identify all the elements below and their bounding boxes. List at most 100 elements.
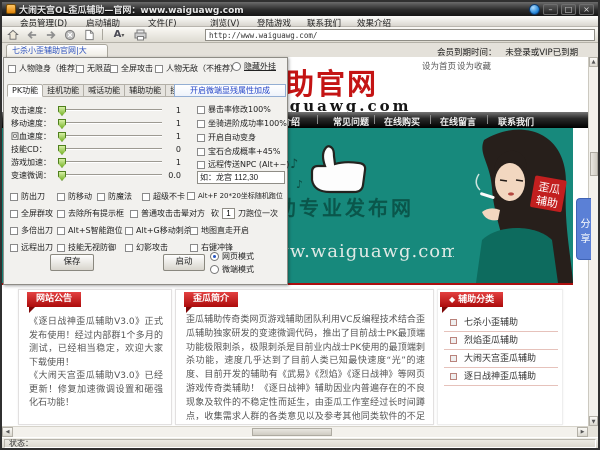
option-slash-run-count[interactable]: 砍 刀跑位一次 [211, 208, 278, 219]
start-button[interactable]: 启动 [163, 254, 205, 271]
horizontal-scrollbar[interactable]: ◀ ▶ [2, 426, 588, 437]
nav-message[interactable]: 在线留言 [440, 115, 476, 128]
option-move-assassinate[interactable]: Alt+G移动刺杀 [125, 225, 192, 236]
npc-teleport-input[interactable] [197, 171, 285, 184]
share-button[interactable]: 分享 [576, 198, 591, 260]
maximize-button[interactable]: □ [561, 4, 576, 15]
micro-client-button[interactable]: 开启微端显残属性加成 [174, 84, 286, 97]
category-link-zhurizhanshen[interactable]: 逐日战神歪瓜辅助 [444, 368, 558, 386]
toolbar-separator [102, 29, 103, 40]
slider-track[interactable] [58, 135, 162, 137]
slider-thumb[interactable] [58, 132, 66, 142]
intro-text: 歪瓜辅助传奇类网页游戏辅助团队利用VC反编程技术结合歪瓜辅助独家研发的变速微调代… [186, 314, 425, 420]
slash-count-input[interactable] [222, 208, 235, 219]
horizontal-scroll-thumb[interactable] [252, 428, 332, 436]
menu-bar: 会员管理(D) 启动辅助 文件(F) 浏览(V) 登陆游戏 联系我们 效果介绍 [2, 16, 598, 27]
set-home-link[interactable]: 设为首页 [422, 60, 456, 72]
radio-icon [210, 252, 219, 261]
slider-track[interactable] [58, 161, 162, 163]
slider-thumb[interactable] [58, 171, 66, 181]
hide-cheat-toggle[interactable]: 隐藏外挂 [232, 61, 276, 72]
slider-heal-speed[interactable]: 回血速度：1 [11, 130, 189, 142]
option-infinite-mana[interactable]: 无限蓝 [76, 63, 111, 74]
checkbox-icon [76, 65, 84, 73]
slider-track[interactable] [58, 109, 162, 111]
mode-micro-radio[interactable]: 微端模式 [210, 264, 254, 275]
panel-tab-pk[interactable]: PK功能 [7, 84, 43, 97]
nav-contact[interactable]: 联系我们 [498, 115, 534, 128]
nav-separator [430, 115, 431, 124]
category-link-qisha[interactable]: 七杀小歪辅助 [444, 314, 558, 332]
checkbox-icon [57, 244, 65, 252]
option-gem-synthesis[interactable]: 宝石合成概率+45% [197, 146, 280, 157]
panel-tab-afk[interactable]: 挂机功能 [43, 84, 84, 97]
option-random-run[interactable]: Alt+F 20*20坐标随机跑位 [187, 191, 283, 201]
slider-track[interactable] [58, 174, 162, 176]
browser-tab[interactable]: 七杀小歪辅助官网|大 [6, 44, 108, 57]
option-no-lag[interactable]: 超级不卡 [142, 191, 185, 202]
checkbox-icon [57, 210, 65, 218]
slider-track[interactable] [58, 122, 162, 124]
mode-web-radio[interactable]: 网页模式 [210, 251, 254, 262]
status-bar: 状态： [2, 437, 598, 448]
messenger-icon[interactable] [529, 4, 540, 15]
scroll-up-button[interactable]: ▲ [589, 57, 598, 67]
minimize-button[interactable]: – [543, 4, 558, 15]
slider-thumb[interactable] [58, 145, 66, 155]
refresh-page-button[interactable] [81, 28, 97, 42]
font-size-button[interactable]: A ▾ [108, 28, 130, 42]
panel-tab-assist[interactable]: 辅助功能 [125, 84, 166, 97]
category-link-danaotiangong[interactable]: 大闹天宫歪瓜辅助 [444, 350, 558, 368]
nav-faq[interactable]: 常见问题 [333, 115, 369, 128]
close-button[interactable]: × [579, 4, 594, 15]
slider-attack-speed[interactable]: 攻击速度：1 [11, 104, 189, 116]
scroll-down-button[interactable]: ▼ [589, 416, 598, 426]
nav-buy[interactable]: 在线购买 [384, 115, 420, 128]
svg-text:♪: ♪ [296, 178, 303, 191]
option-invincible[interactable]: 人物无敌（不推荐） [155, 63, 238, 74]
option-ranged-slash[interactable]: 远程出刀 [10, 242, 53, 253]
slider-track[interactable] [58, 148, 162, 150]
checkbox-icon [110, 65, 118, 73]
option-smart-run[interactable]: Alt+S智能跑位 [57, 225, 123, 236]
address-input[interactable] [205, 29, 595, 41]
option-map-straight[interactable]: 地图直走开启 [190, 225, 249, 236]
option-aoe-group[interactable]: 全屏群攻 [10, 208, 53, 219]
stop-button[interactable] [62, 28, 78, 42]
slider-thumb[interactable] [58, 119, 66, 129]
slider-thumb[interactable] [58, 158, 66, 168]
forward-button[interactable] [43, 28, 59, 42]
slider-thumb[interactable] [58, 106, 66, 116]
category-link-lieyan[interactable]: 烈焰歪瓜辅助 [444, 332, 558, 350]
set-favorite-link[interactable]: 设为收藏 [457, 60, 491, 72]
app-window: 大闹天宫OL歪瓜辅助—官网：www.waiguawg.com – □ × 会员管… [0, 0, 600, 450]
option-stun-attack[interactable]: 普通攻击击晕对方 [130, 208, 205, 219]
option-anti-slash[interactable]: 防出刀 [10, 191, 45, 202]
option-anti-move[interactable]: 防移动 [57, 191, 92, 202]
option-auto-transform[interactable]: 开启自动变身 [197, 132, 256, 143]
slider-skill-cd[interactable]: 技能CD：0 [11, 143, 189, 155]
option-remote-npc[interactable]: 远程传送NPC (Alt+~) [197, 159, 289, 170]
option-remove-popups[interactable]: 去除所有提示框 [57, 208, 124, 219]
scroll-left-button[interactable]: ◀ [2, 427, 13, 437]
option-anti-magic[interactable]: 防魔法 [97, 191, 132, 202]
option-phantom-attack[interactable]: 幻影攻击 [125, 242, 168, 253]
save-button[interactable]: 保存 [50, 254, 94, 271]
panel-tab-shout[interactable]: 喊话功能 [84, 84, 125, 97]
option-mount-upgrade[interactable]: 坐骑进阶成功率100% [197, 118, 287, 129]
checkbox-icon [197, 120, 205, 128]
vertical-scroll-thumb[interactable] [590, 152, 598, 176]
option-fullscreen-attack[interactable]: 全屏攻击 [110, 63, 153, 74]
home-button[interactable] [5, 28, 21, 42]
scroll-right-button[interactable]: ▶ [577, 427, 588, 437]
option-ignore-defense[interactable]: 技能无视防御 [57, 242, 116, 253]
option-invisible[interactable]: 人物隐身（推荐） [8, 63, 83, 74]
option-multi-slash[interactable]: 多倍出刀 [10, 225, 53, 236]
option-crit-rate[interactable]: 暴击率修改100% [197, 104, 271, 115]
back-button[interactable] [24, 28, 40, 42]
link-icon [450, 319, 457, 326]
slider-move-speed[interactable]: 移动速度：1 [11, 117, 189, 129]
slider-game-speed[interactable]: 游戏加速：1 [11, 156, 189, 168]
slider-speed-finetune[interactable]: 变速微调：0.0 [11, 169, 189, 181]
print-button[interactable] [132, 28, 148, 42]
